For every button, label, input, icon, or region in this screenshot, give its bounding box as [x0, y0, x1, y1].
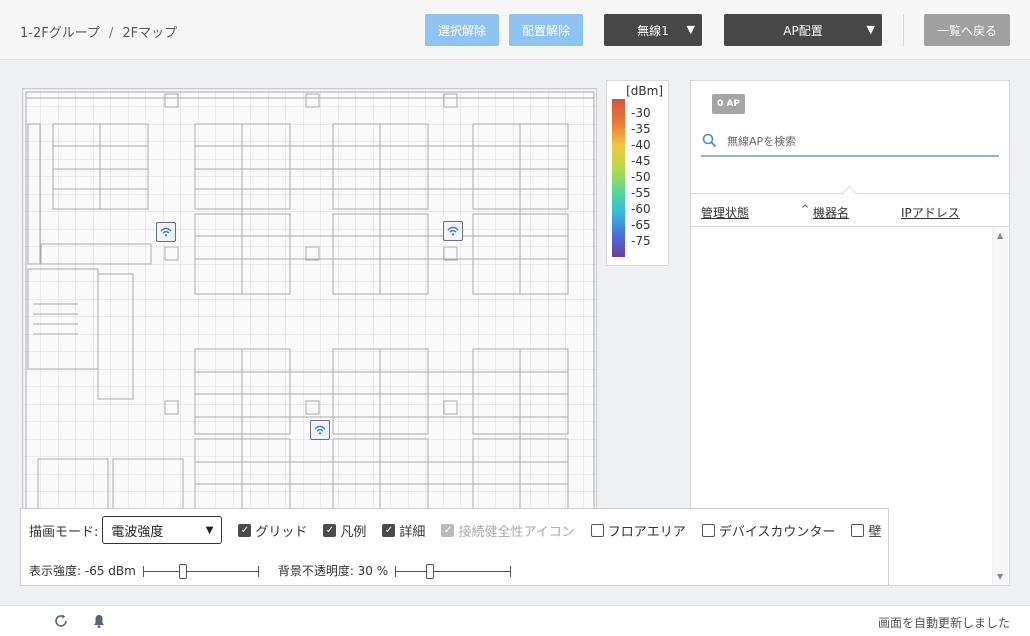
search-icon: [702, 133, 717, 148]
unplace-button[interactable]: 配置解除: [509, 14, 583, 46]
signal-legend: [dBm] -30 -35 -40 -45 -50 -55 -60 -65 -7…: [606, 80, 669, 266]
slider-track: [396, 570, 511, 572]
device-counter-checkbox[interactable]: デバイスカウンター: [701, 521, 836, 540]
wall-checkbox[interactable]: 壁: [851, 521, 881, 540]
draw-mode-value: 電波強度: [111, 524, 164, 540]
health-icon-checkbox-label: 接続健全性アイコン: [458, 524, 575, 540]
controls-row-options: 描画モード: 電波強度 ▼ ✓ グリッド ✓ 凡例 ✓ 詳細 ✓ 接続健全性アイ…: [29, 516, 881, 544]
legend-tick: -75: [631, 234, 651, 248]
header-notch: [841, 185, 858, 202]
ap-search: [701, 126, 999, 157]
draw-mode-label: 描画モード:: [29, 524, 99, 540]
checkbox-box: ✓: [323, 523, 337, 537]
legend-ticks: -30 -35 -40 -45 -50 -55 -60 -65 -75: [631, 105, 651, 249]
deselect-button[interactable]: 選択解除: [425, 14, 499, 46]
ap-place-dropdown-value: AP配置: [783, 23, 823, 38]
floor-plan-drawing: [23, 89, 596, 517]
opacity-label: 背景不透明度: 30 %: [277, 564, 389, 578]
floor-area-checkbox-label: フロアエリア: [607, 524, 686, 540]
ap-marker[interactable]: [310, 420, 330, 440]
checkbox-box: [590, 523, 604, 537]
wireless-dropdown-value: 無線1: [637, 23, 669, 38]
scroll-down-icon[interactable]: ▼: [997, 572, 1003, 581]
ap-search-input[interactable]: [725, 131, 985, 151]
controls-row-sliders: 表示強度: -65 dBm 背景不透明度: 30 %: [29, 562, 512, 579]
refresh-icon[interactable]: [53, 613, 69, 629]
checkbox-box: ✓: [238, 523, 252, 537]
wifi-icon: [314, 425, 326, 435]
ap-marker[interactable]: [156, 222, 176, 242]
legend-tick: -55: [631, 186, 651, 200]
legend-unit: [dBm]: [626, 84, 663, 98]
chevron-down-icon: ▼: [205, 524, 214, 536]
ap-table-header: 管理状態 ^ 機器名 IPアドレス: [691, 185, 1009, 227]
status-message: 画面を自動更新しました: [877, 616, 1010, 630]
slider-thumb[interactable]: [178, 563, 187, 579]
slider-end: [395, 565, 397, 577]
device-counter-checkbox-label: デバイスカウンター: [718, 524, 836, 540]
checkbox-box: [851, 523, 865, 537]
column-device-name[interactable]: 機器名: [813, 204, 849, 221]
slider-track: [143, 570, 258, 572]
legend-tick: -50: [631, 170, 651, 184]
opacity-slider[interactable]: [394, 563, 512, 579]
detail-checkbox-label: 詳細: [399, 524, 426, 540]
legend-tick: -35: [631, 122, 651, 136]
checkbox-box: [701, 523, 715, 537]
back-to-list-button[interactable]: 一覧へ戻る: [924, 14, 1010, 46]
floor-map[interactable]: [22, 88, 597, 518]
strength-slider[interactable]: [142, 563, 260, 579]
slider-end: [142, 565, 144, 577]
toolbar-divider: [903, 14, 904, 46]
legend-tick: -40: [631, 138, 651, 152]
column-status[interactable]: 管理状態: [701, 204, 749, 221]
caret-down-icon: ▼: [866, 23, 875, 36]
wall-checkbox-label: 壁: [868, 524, 882, 540]
strength-label: 表示強度: -65 dBm: [29, 564, 136, 578]
legend-tick: -65: [631, 218, 651, 232]
sort-asc-icon: ^: [801, 204, 810, 215]
caret-down-icon: ▼: [686, 23, 695, 36]
breadcrumb-group-link[interactable]: 1-2Fグループ: [20, 26, 100, 41]
wifi-icon: [160, 227, 172, 237]
breadcrumb-separator: /: [108, 26, 114, 41]
grid-checkbox-label: グリッド: [255, 524, 308, 540]
status-bar: 画面を自動更新しました: [0, 605, 1030, 636]
map-controls: 描画モード: 電波強度 ▼ ✓ グリッド ✓ 凡例 ✓ 詳細 ✓ 接続健全性アイ…: [20, 508, 889, 586]
scroll-up-icon[interactable]: ▲: [997, 231, 1003, 240]
bell-icon[interactable]: [91, 613, 107, 629]
grid-checkbox[interactable]: ✓ グリッド: [238, 521, 307, 540]
checkbox-box: ✓: [441, 523, 455, 537]
ap-count-badge: 0 AP: [712, 94, 745, 114]
legend-tick: -30: [631, 106, 651, 120]
wireless-dropdown[interactable]: 無線1 ▼: [604, 14, 702, 46]
checkbox-box: ✓: [382, 523, 396, 537]
legend-tick: -60: [631, 202, 651, 216]
floor-area-checkbox[interactable]: フロアエリア: [590, 521, 686, 540]
column-ip-address[interactable]: IPアドレス: [901, 204, 960, 221]
ap-place-dropdown[interactable]: AP配置 ▼: [724, 14, 882, 46]
breadcrumb: 1-2Fグループ / 2Fマップ: [20, 22, 177, 41]
top-bar: 1-2Fグループ / 2Fマップ 選択解除 配置解除 無線1 ▼ AP配置 ▼ 一覧…: [0, 0, 1030, 60]
detail-checkbox[interactable]: ✓ 詳細: [382, 521, 425, 540]
wifi-icon: [447, 226, 459, 236]
legend-checkbox-label: 凡例: [340, 524, 367, 540]
health-icon-checkbox: ✓ 接続健全性アイコン: [441, 521, 575, 540]
slider-end: [257, 565, 259, 577]
draw-mode-select[interactable]: 電波強度 ▼: [102, 516, 223, 544]
ap-marker[interactable]: [443, 221, 463, 241]
slider-end: [510, 565, 512, 577]
legend-checkbox[interactable]: ✓ 凡例: [323, 521, 366, 540]
breadcrumb-current: 2Fマップ: [122, 26, 178, 41]
legend-color-bar: [612, 99, 625, 257]
slider-thumb[interactable]: [426, 563, 435, 579]
legend-tick: -45: [631, 154, 651, 168]
list-scrollbar[interactable]: ▲ ▼: [992, 227, 1008, 585]
